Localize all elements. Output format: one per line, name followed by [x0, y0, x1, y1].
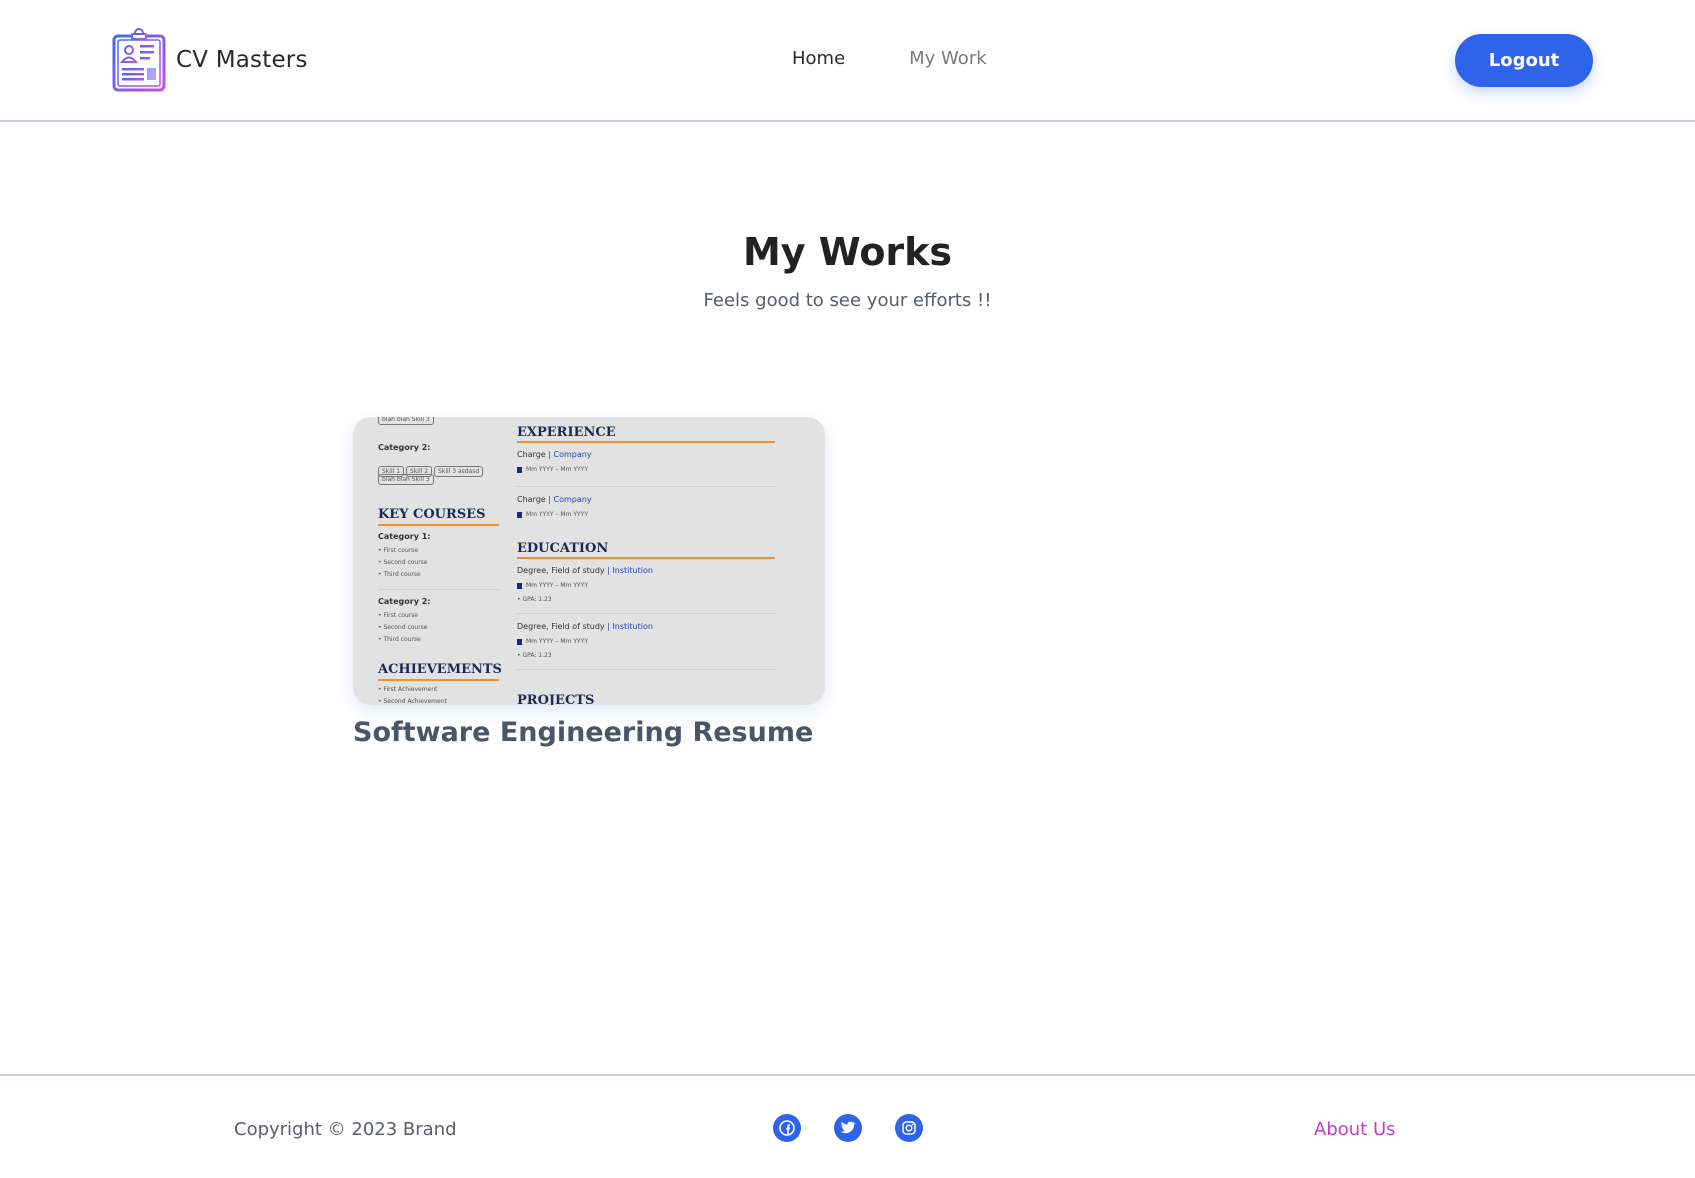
course-item: • First course: [378, 547, 419, 554]
achievements-heading: ACHIEVEMENTS: [378, 662, 502, 677]
experience-heading: EXPERIENCE: [517, 425, 616, 440]
course-item: • Second course: [378, 624, 428, 631]
skill-chip: Skill 3 asdasd: [434, 466, 484, 477]
divider: [517, 613, 775, 614]
about-us-link[interactable]: About Us: [1314, 1119, 1396, 1140]
copyright-text: Copyright © 2023 Brand: [234, 1119, 457, 1140]
course-item: • Third course: [378, 636, 421, 643]
category-label: Category 2:: [378, 443, 431, 452]
projects-heading: PROJECTS: [517, 693, 595, 705]
instagram-icon[interactable]: [895, 1114, 923, 1142]
main-nav: Home My Work: [792, 48, 987, 69]
education-entry: Degree, Field of study | Institution: [517, 622, 653, 631]
achievement-item: • Second Achievement: [378, 698, 447, 705]
section-rule: [517, 441, 775, 443]
education-heading: EDUCATION: [517, 541, 609, 556]
section-rule: [378, 524, 499, 526]
date-range: Mm YYYY – Mm YYYY: [517, 582, 588, 589]
skill-chip: blah blah Skill 3: [378, 474, 434, 485]
date-range: Mm YYYY – Mm YYYY: [517, 466, 588, 473]
nav-link-home[interactable]: Home: [792, 48, 845, 69]
page: CV Masters Home My Work Logout My Works …: [0, 0, 1695, 1178]
resume-thumbnail[interactable]: blah blah Skill 3 Category 2: Skill 1 Ski…: [353, 417, 825, 705]
section-rule: [378, 679, 499, 681]
gpa: • GPA: 1.23: [517, 652, 552, 659]
footer: Copyright © 2023 Brand About Us: [0, 1074, 1695, 1178]
date-range: Mm YYYY – Mm YYYY: [517, 511, 588, 518]
course-item: • Second course: [378, 559, 428, 566]
gpa: • GPA: 1.23: [517, 596, 552, 603]
twitter-icon[interactable]: [834, 1114, 862, 1142]
divider: [378, 589, 499, 590]
navbar: CV Masters Home My Work Logout: [0, 0, 1695, 122]
divider: [517, 669, 775, 670]
category-label: Category 1:: [378, 532, 431, 541]
page-title: My Works: [742, 230, 953, 274]
key-courses-heading: KEY COURSES: [378, 507, 486, 522]
resume-logo-icon: [112, 28, 166, 92]
skill-chip: blah blah Skill 3: [378, 417, 434, 425]
course-item: • Third course: [378, 571, 421, 578]
date-range: Mm YYYY – Mm YYYY: [517, 638, 588, 645]
brand-name: CV Masters: [176, 47, 308, 73]
education-entry: Degree, Field of study | Institution: [517, 566, 653, 575]
job-entry: Charge | Company: [517, 450, 592, 459]
category-label: Category 2:: [378, 597, 431, 606]
page-subtitle: Feels good to see your efforts !!: [703, 290, 992, 311]
facebook-icon[interactable]: [773, 1114, 801, 1142]
course-item: • First course: [378, 612, 419, 619]
work-title[interactable]: Software Engineering Resume: [353, 717, 813, 748]
social-links: [773, 1114, 956, 1142]
divider: [517, 486, 775, 487]
nav-link-my-work[interactable]: My Work: [909, 48, 986, 69]
section-rule: [517, 557, 775, 559]
brand[interactable]: CV Masters: [110, 28, 308, 92]
logout-button[interactable]: Logout: [1455, 34, 1593, 87]
achievement-item: • First Achievement: [378, 686, 438, 693]
job-entry: Charge | Company: [517, 495, 592, 504]
